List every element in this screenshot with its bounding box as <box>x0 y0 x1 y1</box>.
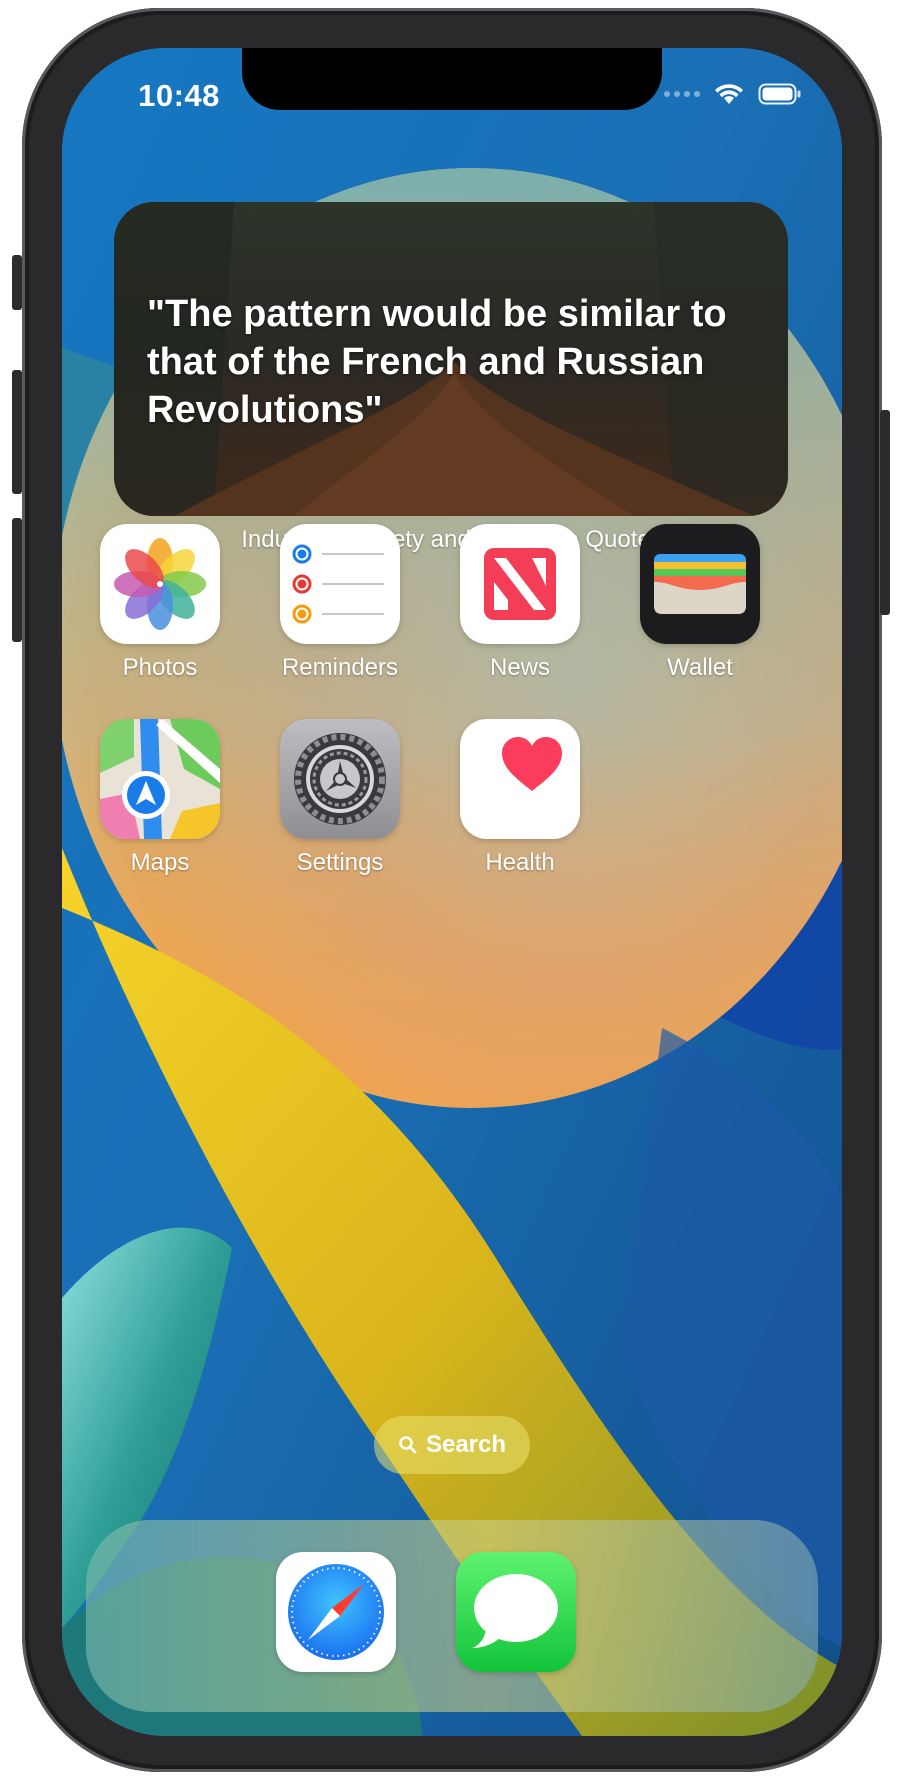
news-icon <box>460 524 580 644</box>
wifi-icon <box>715 84 743 104</box>
search-icon <box>399 1436 417 1454</box>
search-label: Search <box>425 1431 507 1458</box>
wallet-icon <box>640 524 760 644</box>
app-label: Reminders <box>281 654 399 681</box>
app-label: Settings <box>296 849 384 876</box>
volume-up-button[interactable] <box>12 370 22 494</box>
dock-app-safari[interactable] <box>276 1552 396 1672</box>
app-health[interactable]: Health <box>440 719 600 877</box>
app-wallet[interactable]: Wallet <box>620 524 780 682</box>
status-icons <box>664 82 802 106</box>
status-time: 10:48 <box>138 78 220 113</box>
dock-app-messages[interactable] <box>456 1552 576 1672</box>
app-maps[interactable]: Maps <box>80 719 240 877</box>
battery-icon <box>758 83 801 105</box>
quote-widget[interactable]: "The pattern would be similar to that of… <box>114 202 788 516</box>
dock <box>86 1520 818 1712</box>
widget-quote-text: "The pattern would be similar to that of… <box>147 293 727 431</box>
app-photos[interactable]: Photos <box>80 524 240 682</box>
home-screen: 10:48 "The pattern would be similar to t… <box>62 48 842 1736</box>
search-button[interactable]: Search <box>374 1416 530 1474</box>
messages-icon <box>472 1574 558 1648</box>
silent-switch <box>12 255 22 310</box>
app-settings[interactable]: Settings <box>260 719 420 877</box>
maps-icon <box>100 719 220 839</box>
notch <box>242 48 662 110</box>
app-label: Maps <box>130 849 190 876</box>
power-button[interactable] <box>880 410 890 615</box>
health-icon <box>460 719 580 839</box>
app-news[interactable]: News <box>440 524 600 682</box>
app-label: Health <box>485 849 555 876</box>
safari-icon <box>288 1564 384 1660</box>
volume-down-button[interactable] <box>12 518 22 642</box>
app-label: Photos <box>122 654 198 681</box>
app-label: News <box>489 654 550 681</box>
photos-icon <box>100 524 220 644</box>
settings-icon <box>280 719 400 839</box>
reminders-icon <box>280 524 400 644</box>
cellular-dots-icon <box>664 91 700 97</box>
app-label: Wallet <box>667 654 733 681</box>
app-reminders[interactable]: Reminders <box>260 524 420 682</box>
